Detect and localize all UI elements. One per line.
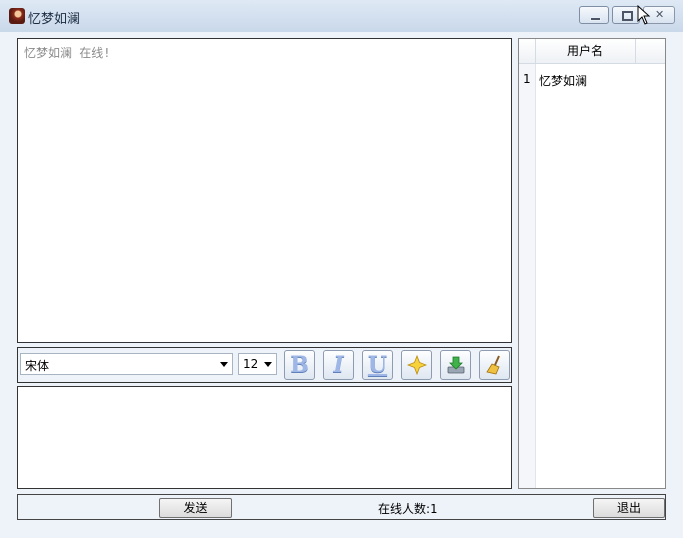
- app-avatar-icon: [9, 8, 25, 24]
- download-icon: [447, 356, 465, 374]
- table-row[interactable]: 1 忆梦如澜: [519, 70, 665, 88]
- font-size-value: 12: [243, 357, 259, 371]
- maximize-icon: [613, 7, 639, 23]
- row-number: 1: [523, 72, 531, 86]
- user-list-header: 用户名: [519, 39, 665, 64]
- minimize-icon: [580, 7, 608, 23]
- font-size-select[interactable]: 12: [238, 353, 277, 375]
- message-input[interactable]: [17, 386, 512, 489]
- chat-message: 忆梦如澜 在线!: [24, 46, 111, 60]
- underline-button[interactable]: U: [362, 350, 393, 380]
- header-corner: [519, 39, 536, 63]
- chat-history[interactable]: 忆梦如澜 在线!: [17, 38, 512, 343]
- font-family-select[interactable]: 宋体: [20, 353, 233, 375]
- save-button[interactable]: [440, 350, 471, 380]
- online-count-label: 在线人数:: [378, 502, 431, 516]
- username-cell: 忆梦如澜: [539, 74, 588, 88]
- user-list[interactable]: 用户名 1 忆梦如澜: [518, 38, 666, 489]
- bold-button[interactable]: B: [284, 350, 315, 380]
- maximize-button[interactable]: [612, 6, 640, 24]
- chat-window: 忆梦如澜 忆梦如澜 在线! 宋体 12 B: [0, 0, 683, 538]
- bottom-bar: 发送 在线人数:1 退出: [17, 494, 666, 520]
- italic-icon: I: [333, 352, 344, 378]
- format-toolbar: 宋体 12 B I U: [17, 347, 512, 383]
- row-number-gutter: [519, 64, 536, 488]
- chevron-down-icon: [220, 362, 228, 367]
- broom-icon: [486, 355, 500, 375]
- font-family-value: 宋体: [25, 359, 50, 373]
- chevron-down-icon: [264, 362, 272, 367]
- color-button[interactable]: [401, 350, 432, 380]
- username-column-header[interactable]: 用户名: [535, 39, 636, 63]
- title-bar[interactable]: 忆梦如澜: [0, 0, 683, 32]
- underline-icon: U: [367, 352, 388, 378]
- minimize-button[interactable]: [579, 6, 609, 24]
- clear-button[interactable]: [479, 350, 510, 380]
- star-icon: [407, 355, 427, 375]
- italic-button[interactable]: I: [323, 350, 354, 380]
- bold-icon: B: [290, 352, 309, 378]
- exit-button[interactable]: 退出: [593, 498, 665, 518]
- window-title: 忆梦如澜: [28, 12, 81, 27]
- send-button[interactable]: 发送: [159, 498, 232, 518]
- online-count-value: 1: [430, 502, 438, 516]
- online-count: 在线人数:1: [378, 500, 437, 517]
